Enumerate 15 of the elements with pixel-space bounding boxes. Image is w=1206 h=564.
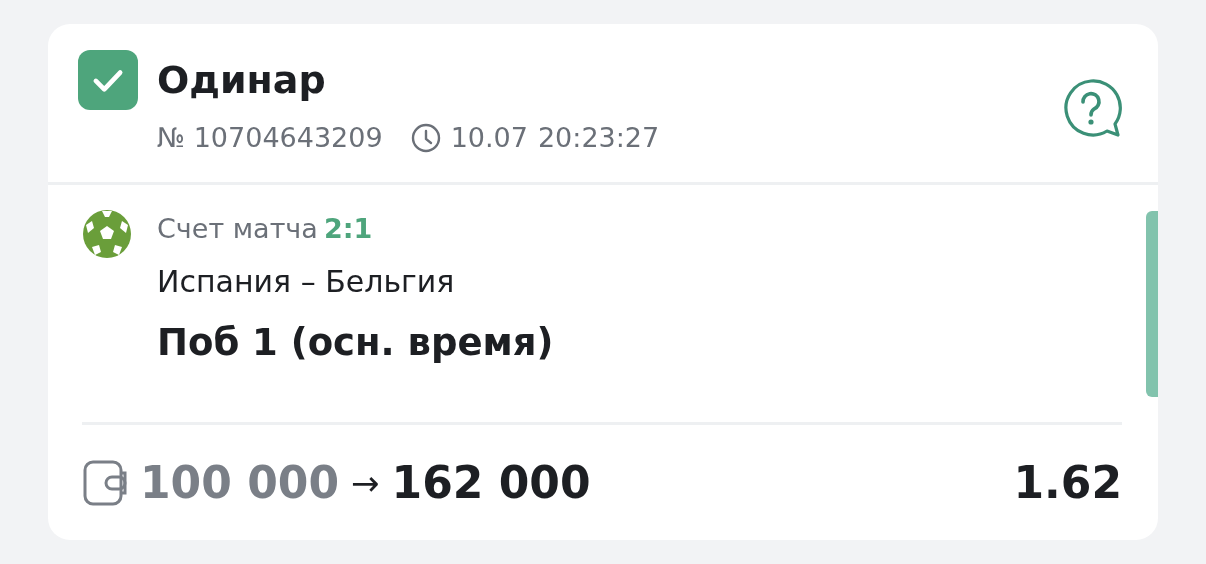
score-label: Счет матча [157,213,318,244]
bet-outcome: Поб 1 (осн. время) [157,321,554,364]
arrow-symbol: → [351,462,380,503]
payout-amount: 162 000 [391,457,591,508]
football-icon [82,209,132,259]
wallet-icon [82,458,128,507]
bet-time: 20:23:27 [537,122,660,153]
bet-date: 10.07 [450,122,528,153]
odds-value: 1.62 [1013,457,1122,508]
bet-type-title: Одинар [157,58,326,102]
teams-name: Испания – Бельгия [157,264,456,299]
stake-amount: 100 000 [140,457,339,508]
bet-number: № 10704643209 [157,122,383,153]
clock-icon [410,122,441,153]
match-score: 2:1 [323,213,373,244]
